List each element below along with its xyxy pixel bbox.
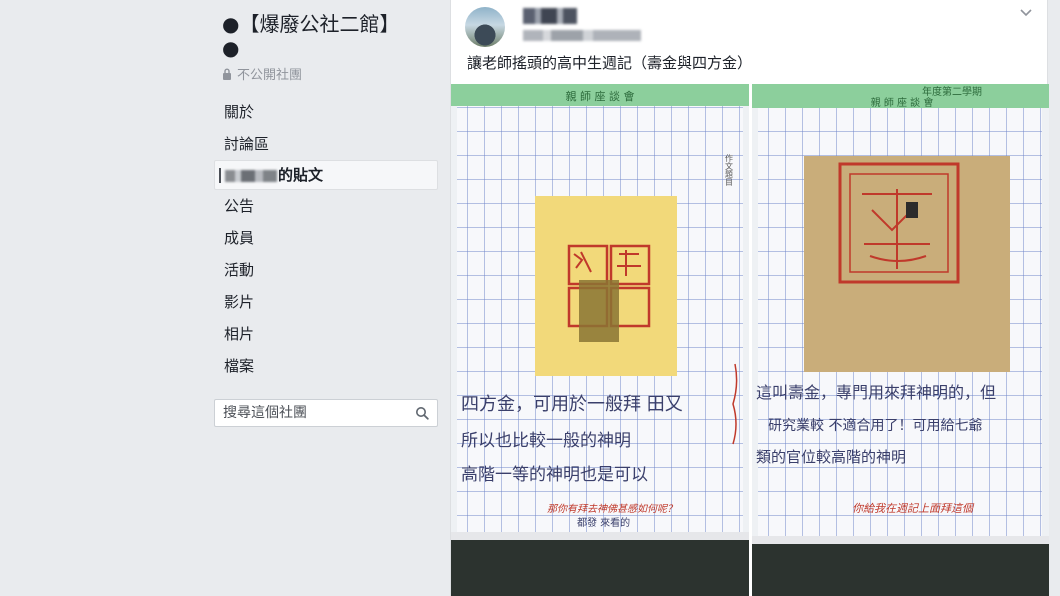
handwriting-line-2: 所以也比較一般的神明 [461, 431, 631, 451]
search-icon[interactable] [415, 406, 429, 420]
notebook-photo-1: 親 師 座 談 會 作文題目 四方金，可用於一般拜 田又 所以也比較一般的神明 … [451, 84, 749, 596]
nav-item-files[interactable]: 檔案 [214, 350, 438, 382]
side-note: 作文題目 [725, 153, 734, 187]
blurred-patch [905, 202, 918, 218]
nav-item-announcements[interactable]: 公告 [214, 190, 438, 222]
author-name-blurred[interactable] [523, 8, 577, 24]
nav-item-members[interactable]: 成員 [214, 222, 438, 254]
group-search[interactable] [214, 399, 438, 427]
desk-surface [751, 536, 1049, 596]
post-card: 讓老師搖頭的高中生週記（壽金與四方金） 親 師 座 談 會 作文題目 四方金，可… [450, 0, 1049, 596]
nav-item-label: 檔案 [224, 357, 255, 375]
handwriting-line-1: 四方金，可用於一般拜 田又 [461, 394, 683, 415]
handwriting-line-1: 這叫壽金，專門用來拜神明的，但 [756, 383, 996, 402]
privacy-text: 不公開社團 [237, 68, 303, 83]
photo-1[interactable]: 親 師 座 談 會 作文題目 四方金，可用於一般拜 田又 所以也比較一般的神明 … [451, 84, 749, 596]
notebook-header: 親 師 座 談 會 [566, 89, 635, 103]
group-title[interactable]: ●【爆廢公社二館】● [222, 12, 412, 60]
privacy-label: 不公開社團 [222, 64, 302, 83]
handwriting-line-3: 高階一等的神明也是可以 [461, 465, 648, 485]
desk-surface [451, 532, 749, 596]
nav-item-label: 相片 [224, 325, 255, 343]
post-text: 讓老師搖頭的高中生週記（壽金與四方金） [467, 54, 753, 72]
handwriting-line-3: 類的官位較高階的神明 [756, 448, 906, 466]
teacher-note: 那你有拜去神佛甚感如何呢？ [547, 503, 677, 515]
nav-item-label: 關於 [224, 103, 255, 121]
notebook-header: 親 師 座 談 會 [870, 96, 933, 109]
nav-item-my-posts[interactable]: 的貼文 [214, 160, 438, 190]
nav-item-label: 成員 [224, 229, 255, 247]
nav-item-events[interactable]: 活動 [214, 254, 438, 286]
avatar[interactable] [465, 7, 505, 47]
post-timestamp-blurred[interactable] [523, 30, 641, 41]
search-input[interactable] [223, 405, 415, 421]
nav-item-discussion[interactable]: 討論區 [214, 128, 438, 160]
photo-2[interactable]: 年度第二學期 親 師 座 談 會 這叫壽金，專門用來拜神明的，但 研究業較 不適… [751, 84, 1049, 596]
nav-item-photos[interactable]: 相片 [214, 318, 438, 350]
blurred-patch [579, 280, 619, 342]
blurred-username [225, 169, 277, 182]
notebook-photo-2: 年度第二學期 親 師 座 談 會 這叫壽金，專門用來拜神明的，但 研究業較 不適… [751, 84, 1049, 596]
nav-item-label: 影片 [224, 293, 255, 311]
teacher-note: 你給我在週記上面拜這個 [852, 502, 975, 515]
nav-item-label: 討論區 [224, 135, 270, 153]
nav-item-videos[interactable]: 影片 [214, 286, 438, 318]
nav-item-label: 公告 [224, 197, 255, 215]
photo-grid: 親 師 座 談 會 作文題目 四方金，可用於一般拜 田又 所以也比較一般的神明 … [451, 84, 1049, 596]
nav-item-about[interactable]: 關於 [214, 96, 438, 128]
nav-item-label: 的貼文 [278, 166, 324, 184]
lock-icon [223, 68, 231, 80]
joss-paper-tan [803, 156, 1010, 372]
chevron-down-icon[interactable] [1019, 8, 1033, 18]
nav-item-label: 活動 [224, 261, 255, 279]
notebook-header-top: 年度第二學期 [922, 85, 982, 98]
teacher-sign: 都發 來看的 [577, 516, 630, 529]
group-nav: 關於 討論區 的貼文 公告 成員 活動 影片 相片 檔案 [214, 96, 438, 382]
handwriting-line-2: 研究業較 不適合用了！可用給七爺 [768, 417, 982, 434]
